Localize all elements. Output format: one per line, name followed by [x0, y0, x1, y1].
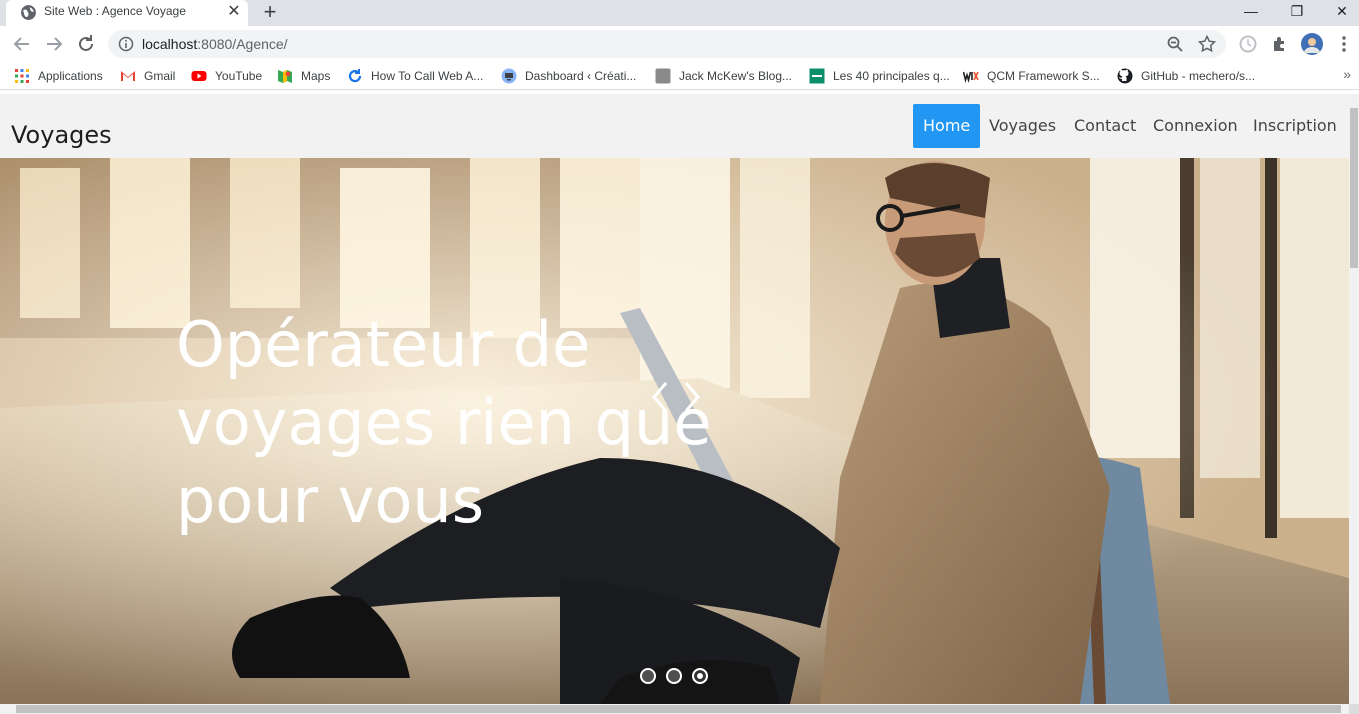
gmail-icon: [121, 71, 135, 81]
apps-grid-icon: [15, 69, 29, 83]
tab-title: Site Web : Agence Voyage: [44, 4, 186, 18]
monitor-icon: [501, 68, 517, 84]
nav-voyages[interactable]: Voyages: [979, 104, 1066, 148]
restore-button[interactable]: ❐: [1277, 0, 1317, 24]
menu-dots-icon[interactable]: [1334, 34, 1354, 54]
zoom-icon[interactable]: [1166, 35, 1184, 53]
carousel-dot-1[interactable]: [640, 668, 656, 684]
bookmark-how-to-call-web[interactable]: How To Call Web A...: [347, 67, 483, 85]
bookmark-dashboard[interactable]: Dashboard ‹ Créati...: [501, 67, 636, 85]
extension-timer-icon[interactable]: [1238, 34, 1258, 54]
reload-icon[interactable]: [74, 32, 98, 56]
new-tab-button[interactable]: +: [258, 0, 282, 25]
tab-close-button[interactable]: ✕: [224, 1, 244, 23]
hero-carousel: Opérateur de voyages rien que pour vous: [0, 158, 1349, 704]
bookmark-qcm-framework[interactable]: QCM Framework S...: [963, 67, 1100, 85]
extensions-puzzle-icon[interactable]: [1270, 34, 1290, 54]
back-arrow-icon[interactable]: [10, 32, 34, 56]
carousel-dot-2[interactable]: [666, 668, 682, 684]
info-icon[interactable]: [118, 36, 134, 52]
url-text: localhost:8080/Agence/: [142, 36, 288, 52]
green-square-icon: [809, 68, 825, 84]
forward-arrow-icon[interactable]: [42, 32, 66, 56]
nav-connexion[interactable]: Connexion: [1143, 104, 1248, 148]
refresh-blue-icon: [348, 69, 362, 83]
wix-icon: [963, 71, 979, 84]
minimize-button[interactable]: —: [1231, 0, 1271, 24]
bookmark-star-icon[interactable]: [1198, 35, 1216, 53]
tab-strip: Site Web : Agence Voyage ✕ + — ❐ ✕: [0, 0, 1359, 26]
address-bar[interactable]: localhost:8080/Agence/: [108, 30, 1226, 58]
carousel-indicators: [640, 668, 708, 684]
globe-icon: [21, 5, 36, 20]
browser-toolbar: localhost:8080/Agence/: [0, 26, 1359, 62]
site-brand[interactable]: Voyages: [11, 121, 112, 149]
gray-square-icon: [655, 68, 671, 84]
nav-contact[interactable]: Contact: [1064, 104, 1146, 148]
profile-avatar[interactable]: [1301, 33, 1323, 55]
browser-tab[interactable]: Site Web : Agence Voyage ✕: [6, 0, 248, 26]
bookmark-applications[interactable]: Applications: [14, 67, 103, 85]
bookmark-jack-mckew[interactable]: Jack McKew's Blog...: [655, 67, 792, 85]
horizontal-scroll-thumb[interactable]: [16, 705, 1341, 713]
carousel-next-icon[interactable]: [678, 380, 704, 414]
vertical-scroll-thumb[interactable]: [1350, 108, 1358, 268]
nav-inscription[interactable]: Inscription: [1243, 104, 1347, 148]
bookmark-github[interactable]: GitHub - mechero/s...: [1117, 67, 1255, 85]
carousel-dot-3[interactable]: [692, 668, 708, 684]
bookmarks-bar: Applications Gmail YouTube Maps How To C…: [0, 62, 1359, 90]
bookmark-maps[interactable]: Maps: [277, 67, 330, 85]
scrollbar-corner: [1349, 704, 1359, 714]
bookmark-youtube[interactable]: YouTube: [191, 67, 262, 85]
youtube-icon: [191, 71, 207, 81]
page-viewport: Voyages Home Voyages Contact Connexion I…: [0, 94, 1349, 704]
bookmarks-overflow-button[interactable]: »: [1343, 66, 1351, 82]
hero-title: Opérateur de voyages rien que pour vous: [176, 308, 712, 537]
nav-home[interactable]: Home: [913, 104, 981, 148]
bookmark-gmail[interactable]: Gmail: [120, 67, 175, 85]
carousel-prev-icon[interactable]: [648, 380, 674, 414]
bookmark-les-40[interactable]: Les 40 principales q...: [809, 67, 950, 85]
horizontal-scrollbar[interactable]: [0, 704, 1349, 714]
vertical-scrollbar[interactable]: [1349, 94, 1359, 704]
maps-icon: [278, 70, 292, 83]
close-window-button[interactable]: ✕: [1322, 0, 1359, 24]
github-icon: [1117, 68, 1133, 84]
site-navbar: Voyages Home Voyages Contact Connexion I…: [0, 94, 1349, 158]
